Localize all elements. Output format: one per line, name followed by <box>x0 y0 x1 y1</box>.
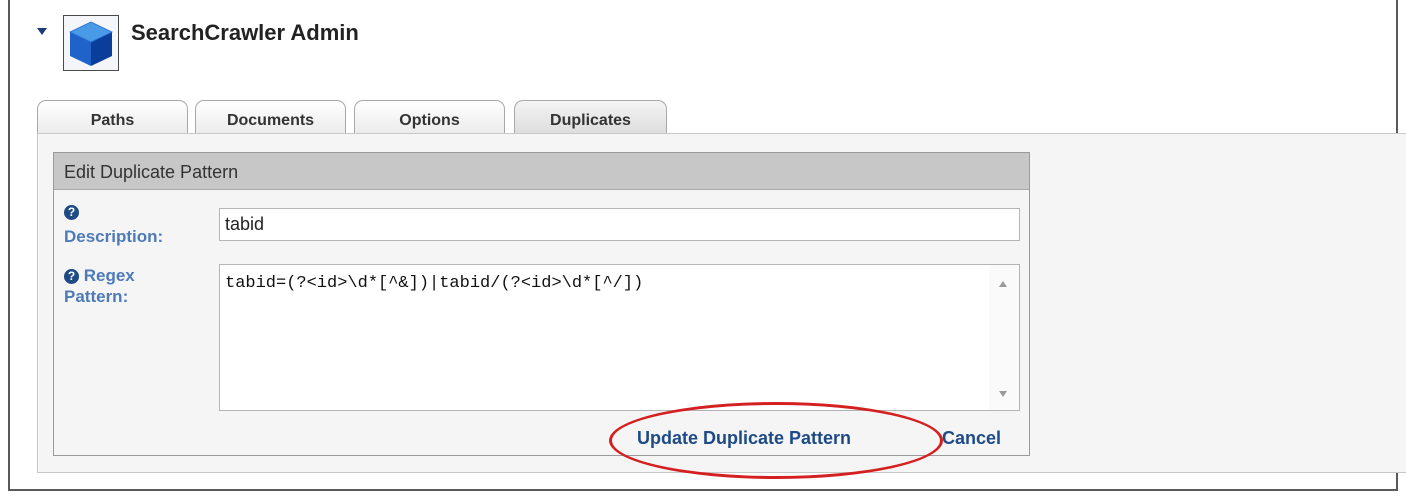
regex-label-line2: Pattern: <box>64 287 129 306</box>
scroll-down-arrow-icon[interactable] <box>999 391 1007 397</box>
textarea-scrollbar[interactable] <box>989 265 1019 410</box>
tab-options[interactable]: Options <box>354 100 505 134</box>
tab-duplicates[interactable]: Duplicates <box>514 100 667 135</box>
help-icon[interactable]: ? <box>64 205 79 220</box>
highlight-annotation-circle <box>609 402 943 479</box>
tab-paths[interactable]: Paths <box>37 100 188 134</box>
scroll-up-arrow-icon[interactable] <box>999 281 1007 287</box>
collapse-arrow-icon[interactable] <box>37 28 47 35</box>
cube-icon <box>63 15 119 71</box>
module-title: SearchCrawler Admin <box>131 20 359 45</box>
regex-value: tabid=(?<id>\d*[^&])|tabid/(?<id>\d*[^/]… <box>225 274 644 293</box>
tab-label: Paths <box>90 112 135 129</box>
help-icon[interactable]: ? <box>64 269 79 285</box>
description-input[interactable] <box>219 208 1020 241</box>
tab-label: Duplicates <box>550 112 631 129</box>
tab-documents[interactable]: Documents <box>195 100 346 134</box>
regex-pattern-textarea[interactable]: tabid=(?<id>\d*[^&])|tabid/(?<id>\d*[^/]… <box>219 264 1020 411</box>
tab-label: Documents <box>226 112 315 129</box>
regex-label-line1: Regex <box>83 266 135 285</box>
description-label: Description: <box>64 227 164 246</box>
cancel-link[interactable]: Cancel <box>942 428 1001 449</box>
regex-label: ? Regex <box>64 266 135 286</box>
panel-header: Edit Duplicate Pattern <box>54 153 1029 190</box>
tab-label: Options <box>399 112 460 129</box>
